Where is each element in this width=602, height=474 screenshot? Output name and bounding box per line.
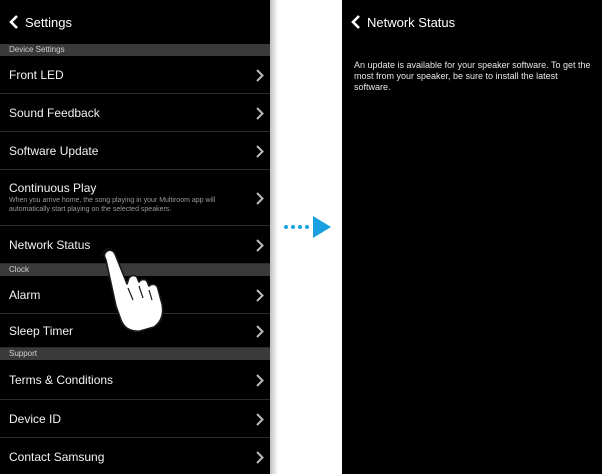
back-chevron-icon[interactable]	[351, 15, 361, 29]
settings-item-label: Terms & Conditions	[9, 372, 114, 387]
back-chevron-icon[interactable]	[9, 15, 19, 29]
settings-item-sound-feedback[interactable]: Sound Feedback	[0, 94, 270, 132]
chevron-right-icon	[256, 288, 264, 302]
settings-item-device-id[interactable]: Device ID	[0, 400, 270, 438]
settings-topbar: Settings	[0, 0, 270, 44]
settings-item-contact-samsung[interactable]: Contact Samsung	[0, 438, 270, 474]
settings-item-software-update[interactable]: Software Update	[0, 132, 270, 170]
chevron-right-icon	[256, 68, 264, 82]
chevron-right-icon	[256, 238, 264, 252]
chevron-right-icon	[256, 106, 264, 120]
settings-item-label: Software Update	[9, 143, 99, 158]
chevron-right-icon	[256, 144, 264, 158]
settings-item-label: Contact Samsung	[9, 449, 105, 464]
settings-item-continuous-play[interactable]: Continuous Play When you arrive home, th…	[0, 170, 270, 226]
settings-item-terms[interactable]: Terms & Conditions	[0, 360, 270, 400]
section-header-device-settings: Device Settings	[0, 44, 270, 56]
network-status-screen: Network Status An update is available fo…	[342, 0, 602, 474]
settings-item-label: Continuous Play	[9, 181, 97, 195]
settings-item-label: Sound Feedback	[9, 105, 100, 120]
settings-item-label: Device ID	[9, 411, 62, 426]
chevron-right-icon	[256, 412, 264, 426]
arrow-right-icon	[284, 216, 331, 238]
chevron-right-icon	[256, 373, 264, 387]
chevron-right-icon	[256, 450, 264, 464]
chevron-right-icon	[256, 324, 264, 338]
page-title: Settings	[25, 14, 72, 30]
page-title: Network Status	[367, 14, 456, 30]
tap-hand-icon	[101, 248, 164, 332]
update-message: An update is available for your speaker …	[354, 60, 591, 92]
screen-shadow	[270, 0, 278, 474]
section-header-support: Support	[0, 348, 270, 360]
chevron-right-icon	[256, 191, 264, 205]
network-status-topbar: Network Status	[342, 0, 602, 44]
settings-item-description: When you arrive home, the song playing i…	[9, 197, 216, 213]
settings-item-front-led[interactable]: Front LED	[0, 56, 270, 94]
settings-screen: Settings Device Settings Front LED Sound…	[0, 0, 270, 474]
settings-item-label: Front LED	[9, 67, 64, 82]
